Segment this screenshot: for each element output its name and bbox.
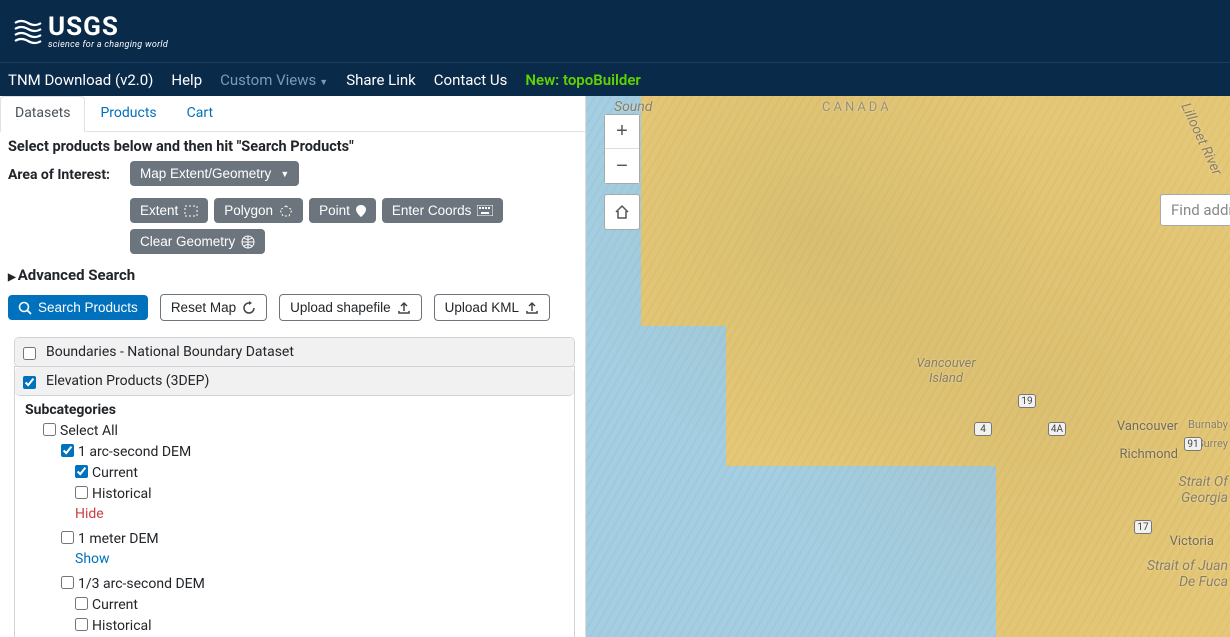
- enter-coords-button[interactable]: Enter Coords: [382, 198, 504, 223]
- upload-shapefile-button[interactable]: Upload shapefile: [279, 294, 422, 321]
- globe-icon: [241, 235, 255, 249]
- subcategories-title: Subcategories: [25, 402, 564, 418]
- usgs-logo-text: USGS: [48, 12, 168, 42]
- reset-icon: [242, 301, 256, 315]
- one-arc-historical-checkbox[interactable]: [75, 486, 88, 499]
- map-extent-button[interactable]: Map Extent/Geometry▼: [130, 161, 299, 186]
- point-icon: [356, 205, 366, 217]
- nav-custom-views[interactable]: Custom Views▼: [220, 71, 328, 89]
- nav-new-topobuilder[interactable]: New: topoBuilder: [525, 71, 640, 89]
- map-search-input[interactable]: Find address or place: [1160, 194, 1230, 226]
- panel-tabs: Datasets Products Cart: [0, 96, 585, 132]
- zoom-out-button[interactable]: −: [605, 149, 639, 183]
- dataset-boundaries-header[interactable]: Boundaries - National Boundary Dataset: [15, 338, 574, 366]
- one-meter-checkbox[interactable]: [61, 531, 74, 544]
- tab-cart[interactable]: Cart: [172, 96, 228, 132]
- terrain-texture: [586, 96, 1230, 637]
- extent-button[interactable]: Extent: [130, 198, 208, 223]
- usgs-logo-sub: science for a changing world: [48, 40, 168, 50]
- dataset-list[interactable]: Boundaries - National Boundary Dataset E…: [0, 331, 585, 637]
- third-arc-historical-checkbox[interactable]: [75, 618, 88, 631]
- main-nav: TNM Download (v2.0) Help Custom Views▼ S…: [0, 62, 1230, 96]
- dataset-elevation-header[interactable]: Elevation Products (3DEP): [15, 367, 574, 396]
- polygon-icon: [279, 205, 293, 217]
- advanced-search-toggle[interactable]: Advanced Search: [0, 260, 585, 290]
- home-icon: [613, 203, 631, 221]
- usgs-header: USGS science for a changing world: [0, 0, 1230, 62]
- nav-help[interactable]: Help: [171, 71, 202, 89]
- home-button[interactable]: [604, 194, 640, 230]
- one-arc-checkbox[interactable]: [61, 444, 74, 457]
- reset-map-button[interactable]: Reset Map: [160, 294, 267, 321]
- upload-icon: [397, 301, 411, 315]
- usgs-flag-icon: [14, 17, 42, 45]
- usgs-logo[interactable]: USGS science for a changing world: [14, 12, 168, 50]
- one-arc-current-checkbox[interactable]: [75, 465, 88, 478]
- third-arc-checkbox[interactable]: [61, 576, 74, 589]
- keyboard-icon: [477, 205, 493, 216]
- elevation-label: Elevation Products (3DEP): [46, 373, 209, 389]
- elevation-checkbox[interactable]: [23, 376, 36, 389]
- boundaries-label: Boundaries - National Boundary Dataset: [46, 344, 294, 360]
- nav-contact-us[interactable]: Contact Us: [434, 71, 508, 89]
- third-arc-current-checkbox[interactable]: [75, 597, 88, 610]
- upload-kml-button[interactable]: Upload KML: [434, 294, 550, 321]
- search-products-button[interactable]: Search Products: [8, 295, 148, 320]
- zoom-control: + −: [604, 114, 640, 184]
- zoom-in-button[interactable]: +: [605, 115, 639, 149]
- boundaries-checkbox[interactable]: [23, 347, 36, 360]
- extent-icon: [184, 205, 198, 217]
- clear-geometry-button[interactable]: Clear Geometry: [130, 229, 265, 254]
- polygon-button[interactable]: Polygon: [214, 198, 303, 223]
- one-arc-hide-link[interactable]: Hide: [75, 506, 104, 522]
- point-button[interactable]: Point: [309, 198, 376, 223]
- map[interactable]: Sound CANADA Lillooet River Vancouver Is…: [586, 96, 1230, 637]
- app-brand: TNM Download (v2.0): [8, 71, 153, 89]
- nav-share-link[interactable]: Share Link: [346, 71, 416, 89]
- chevron-down-icon: ▼: [319, 78, 328, 88]
- left-panel: Datasets Products Cart Select products b…: [0, 96, 586, 637]
- tab-datasets[interactable]: Datasets: [0, 96, 85, 132]
- upload-icon: [525, 301, 539, 315]
- tab-products[interactable]: Products: [85, 96, 171, 132]
- instruction-text: Select products below and then hit "Sear…: [0, 132, 585, 161]
- aoi-label: Area of Interest:: [8, 161, 120, 183]
- select-all-checkbox[interactable]: [43, 423, 56, 436]
- chevron-down-icon: ▼: [280, 169, 289, 179]
- one-meter-show-link[interactable]: Show: [75, 551, 110, 567]
- search-icon: [18, 301, 32, 315]
